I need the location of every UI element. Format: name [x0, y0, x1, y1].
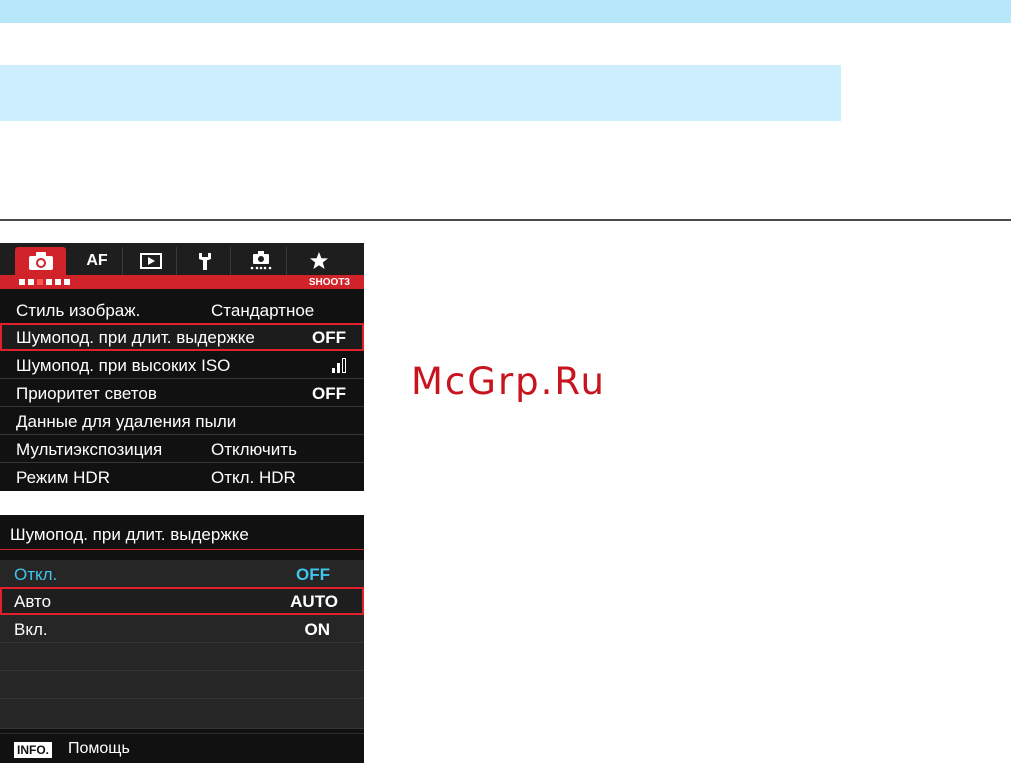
option-value: ON: [304, 620, 331, 639]
menu-item-label: Приоритет светов: [16, 384, 157, 403]
page-dot: [46, 279, 52, 285]
noise-reduction-level-icon: [332, 358, 346, 373]
help-text: Помощь: [68, 740, 130, 757]
empty-row: [0, 671, 364, 699]
page-dot: [64, 279, 70, 285]
menu-item-hdr-mode[interactable]: Режим HDR Откл. HDR: [0, 463, 364, 491]
tab-af-label: AF: [86, 252, 108, 269]
page-indicator: [19, 279, 70, 285]
menu-item-label: Режим HDR: [16, 468, 110, 487]
menu-item-label: Данные для удаления пыли: [16, 412, 237, 431]
wrench-icon: [199, 253, 211, 270]
menu-item-dust-delete-data[interactable]: Данные для удаления пыли: [0, 407, 364, 435]
menu-item-value: Отключить: [211, 440, 297, 459]
menu-item-value: OFF: [312, 328, 346, 347]
watermark: McGrp.Ru: [411, 360, 606, 403]
help-bar: INFO. Помощь: [0, 733, 364, 763]
camera-icon: [28, 252, 53, 270]
menu-item-picture-style[interactable]: Стиль изображ. Стандартное: [0, 296, 364, 324]
menu-item-label: Шумопод. при длит. выдержке: [16, 328, 255, 347]
title-band: [0, 65, 841, 121]
empty-row: [0, 643, 364, 671]
menu-item-label: Стиль изображ.: [16, 301, 141, 320]
camera-menu-screen: AF SHOOT3 Стиль изображ. Стандартное Шум…: [0, 243, 364, 491]
tab-af[interactable]: AF: [72, 247, 123, 275]
page-dot-current: [37, 279, 43, 285]
header-band: [0, 0, 1011, 23]
tab-setup[interactable]: [180, 247, 231, 275]
empty-row: [0, 699, 364, 729]
menu-item-value: Откл. HDR: [211, 468, 296, 487]
menu-tab-bar: AF: [0, 243, 364, 275]
tab-shooting[interactable]: [15, 247, 66, 275]
playback-icon: [140, 253, 162, 269]
page-dot: [19, 279, 25, 285]
tab-my-menu[interactable]: [293, 247, 344, 275]
option-label: Вкл.: [14, 620, 48, 639]
nr-submenu-screen: Шумопод. при длит. выдержке Откл. OFF Ав…: [0, 515, 364, 763]
option-on[interactable]: Вкл. ON: [0, 615, 364, 643]
menu-item-value: Стандартное: [211, 301, 315, 320]
menu-item-label: Шумопод. при высоких ISO: [16, 356, 231, 375]
menu-item-highlight-priority[interactable]: Приоритет светов OFF: [0, 379, 364, 407]
page-id: SHOOT3: [308, 277, 350, 288]
menu-item-high-iso-nr[interactable]: Шумопод. при высоких ISO: [0, 351, 364, 379]
tab-custom-functions[interactable]: [236, 247, 287, 275]
option-label: Откл.: [14, 565, 58, 584]
submenu-title: Шумопод. при длит. выдержке: [10, 525, 249, 544]
option-value: AUTO: [290, 592, 338, 611]
divider: [0, 219, 1011, 221]
info-button-badge[interactable]: INFO.: [14, 742, 52, 758]
option-label: Авто: [14, 592, 52, 611]
option-auto[interactable]: Авто AUTO: [0, 587, 364, 615]
star-icon: [309, 252, 328, 269]
page-dot: [55, 279, 61, 285]
menu-item-label: Мультиэкспозиция: [16, 440, 163, 459]
menu-item-multiple-exposure[interactable]: Мультиэкспозиция Отключить: [0, 435, 364, 463]
tab-playback[interactable]: [126, 247, 177, 275]
submenu-title-divider: [0, 549, 364, 550]
option-value: OFF: [296, 565, 330, 584]
option-off[interactable]: Откл. OFF: [0, 560, 364, 588]
page-dot: [28, 279, 34, 285]
menu-item-value: OFF: [312, 384, 346, 403]
custom-functions-icon: [250, 251, 272, 270]
menu-item-long-exposure-nr[interactable]: Шумопод. при длит. выдержке OFF: [0, 323, 364, 351]
